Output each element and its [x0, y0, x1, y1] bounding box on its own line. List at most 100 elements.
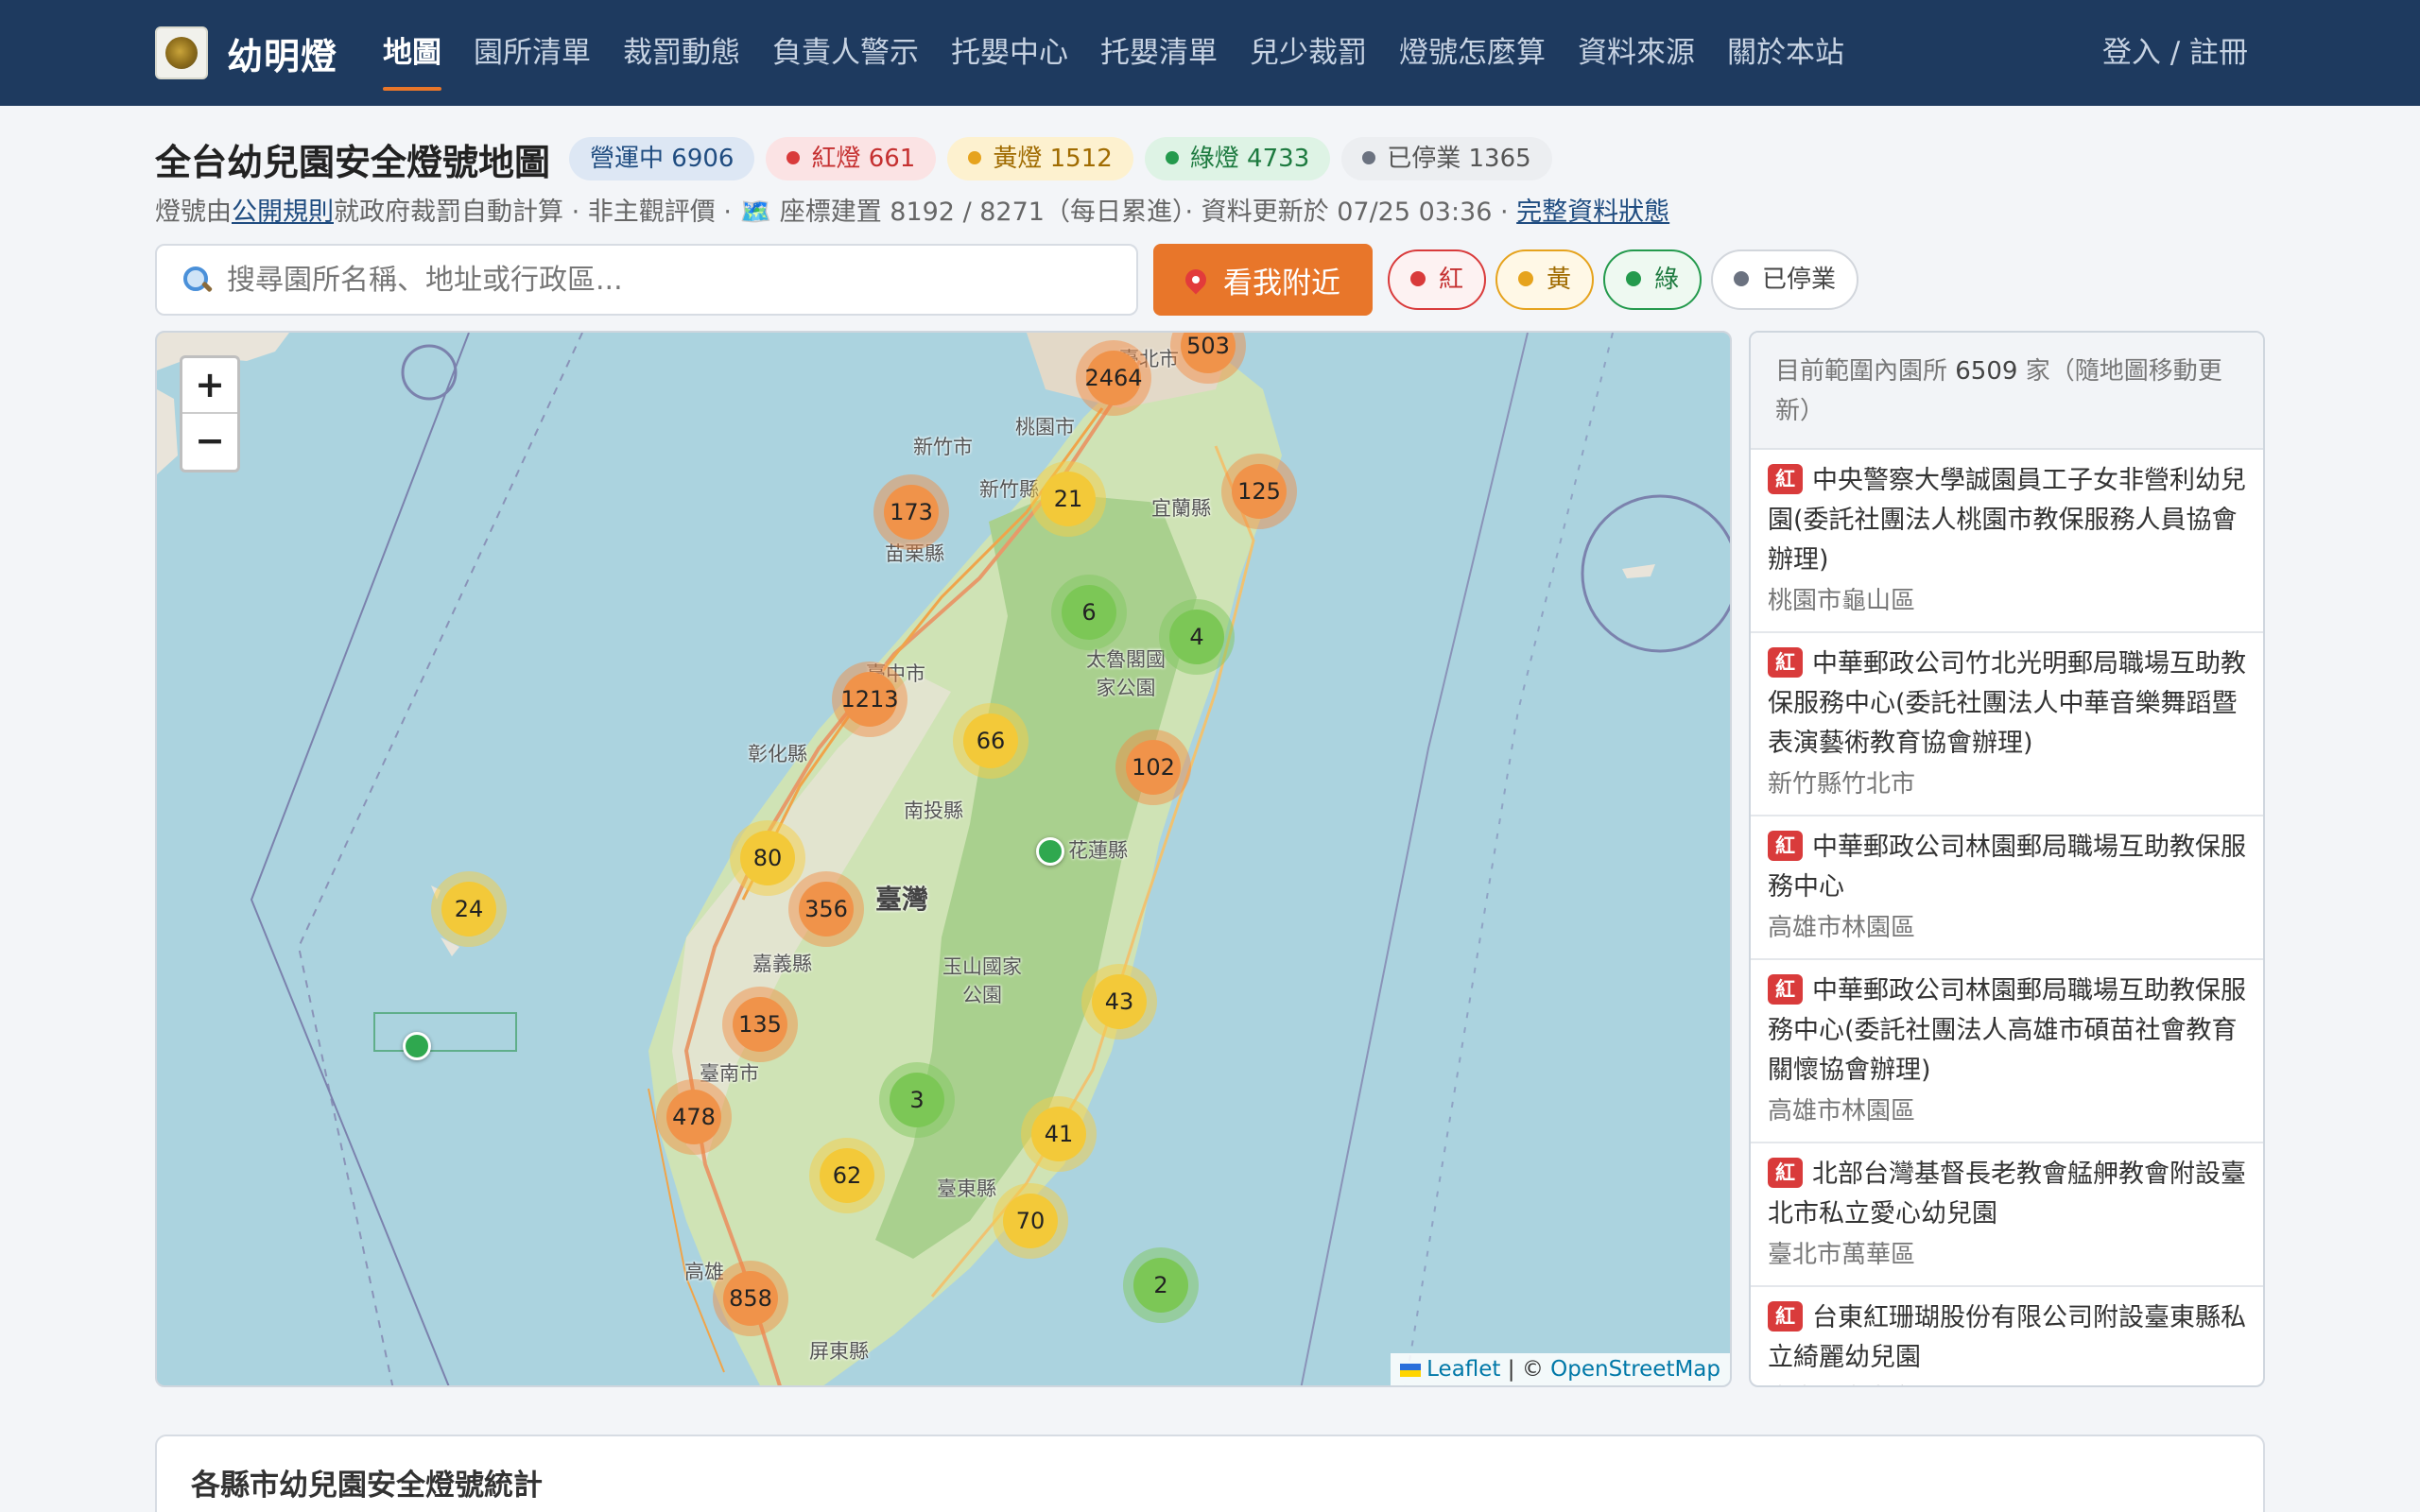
map-label: 宜蘭縣 — [1151, 497, 1211, 520]
nav-item-how-lights-work[interactable]: 燈號怎麼算 — [1383, 0, 1562, 106]
leaflet-link[interactable]: Leaflet — [1426, 1357, 1500, 1382]
red-light-tag: 紅 — [1768, 464, 1803, 494]
cluster-count: 102 — [1126, 740, 1181, 795]
search-input[interactable] — [227, 263, 1078, 297]
filter-red-label: 紅 — [1439, 266, 1464, 294]
map-cluster[interactable]: 43 — [1081, 964, 1157, 1040]
map-cluster[interactable]: 102 — [1115, 730, 1191, 805]
nav-item-owner-warnings[interactable]: 負責人警示 — [756, 0, 935, 106]
map[interactable]: + − 新竹市 苗栗縣 臺中市 彰化縣 南投縣 臺灣 嘉義縣 臺南市 高雄 屏東… — [155, 331, 1732, 1387]
cluster-count: 135 — [733, 997, 787, 1052]
near-me-button[interactable]: 看我附近 — [1153, 244, 1373, 316]
nav-item-about[interactable]: 關於本站 — [1711, 0, 1860, 106]
subline-mid: 就政府裁罰自動計算 · 非主觀評價 · 🗺️ 座標建置 8192 / 8271（… — [334, 198, 1517, 227]
list-item[interactable]: 紅中華郵政公司林園郵局職場互助教保服務中心(委託社團法人高雄市碩苗社會教育關懷協… — [1751, 960, 2263, 1143]
item-title: 紅中華郵政公司林園郵局職場互助教保服務中心 — [1768, 828, 2246, 907]
cluster-count: 2464 — [1084, 351, 1143, 405]
map-label: 新竹市 — [913, 436, 973, 458]
map-zoom-control: + − — [180, 355, 240, 472]
item-title: 紅台東紅珊瑚股份有限公司附設臺東縣私立綺麗幼兒園 — [1768, 1298, 2246, 1378]
map-cluster[interactable]: 858 — [713, 1261, 788, 1336]
item-name: 中華郵政公司林園郵局職場互助教保服務中心 — [1768, 833, 2246, 902]
red-light-tag: 紅 — [1768, 1301, 1803, 1332]
map-cluster[interactable]: 135 — [722, 987, 798, 1062]
map-cluster[interactable]: 6 — [1051, 575, 1127, 650]
zoom-in-button[interactable]: + — [182, 358, 237, 414]
map-cluster[interactable]: 24 — [431, 871, 507, 947]
map-tiles — [157, 333, 1730, 1385]
map-cluster[interactable]: 1213 — [832, 662, 908, 737]
nav-item-penalty-news[interactable]: 裁罰動態 — [607, 0, 756, 106]
map-cluster[interactable]: 66 — [953, 703, 1028, 779]
item-title: 紅中央警察大學誠園員工子女非營利幼兒園(委託社團法人桃園市教保服務人員協會辦理) — [1768, 461, 2246, 580]
map-cluster[interactable]: 21 — [1030, 461, 1106, 537]
list-item[interactable]: 紅中華郵政公司林園郵局職場互助教保服務中心 高雄市林園區 — [1751, 816, 2263, 960]
map-marker[interactable] — [1036, 837, 1064, 866]
map-cluster[interactable]: 478 — [656, 1079, 732, 1155]
nav-item-map[interactable]: 地圖 — [367, 0, 458, 106]
filter-yellow-label: 黃 — [1547, 266, 1572, 294]
item-area: 桃園市龜山區 — [1768, 587, 1916, 615]
nav-item-nursery-center[interactable]: 托嬰中心 — [935, 0, 1084, 106]
list-item[interactable]: 紅中央警察大學誠園員工子女非營利幼兒園(委託社團法人桃園市教保服務人員協會辦理)… — [1751, 450, 2263, 633]
cluster-count: 6 — [1062, 585, 1116, 640]
public-rules-link[interactable]: 公開規則 — [232, 198, 334, 227]
cluster-count: 478 — [666, 1090, 721, 1144]
cluster-count: 858 — [723, 1271, 778, 1326]
cluster-count: 70 — [1003, 1194, 1058, 1248]
list-item[interactable]: 紅中華郵政公司竹北光明郵局職場互助教保服務中心(委託社團法人中華音樂舞蹈暨表演藝… — [1751, 633, 2263, 816]
nav-item-child-penalties[interactable]: 兒少裁罰 — [1234, 0, 1383, 106]
map-cluster[interactable]: 356 — [788, 871, 864, 947]
map-cluster[interactable]: 62 — [809, 1138, 885, 1213]
item-area: 臺東縣臺東市 — [1768, 1380, 2246, 1385]
stats-title: 各縣市幼兒園安全燈號統計 — [191, 1469, 543, 1503]
map-cluster[interactable]: 173 — [873, 474, 949, 550]
item-name: 中央警察大學誠園員工子女非營利幼兒園(委託社團法人桃園市教保服務人員協會辦理) — [1768, 466, 2246, 575]
full-data-status-link[interactable]: 完整資料狀態 — [1516, 198, 1669, 227]
list-item[interactable]: 紅北部台灣基督長老教會艋舺教會附設臺北市私立愛心幼兒園 臺北市萬華區 — [1751, 1143, 2263, 1287]
badge-operating: 營運中 6906 — [569, 137, 755, 180]
map-label: 屏東縣 — [809, 1340, 869, 1363]
cluster-count: 80 — [740, 831, 795, 885]
item-title: 紅北部台灣基督長老教會艋舺教會附設臺北市私立愛心幼兒園 — [1768, 1155, 2246, 1234]
cluster-count: 24 — [441, 882, 496, 936]
map-cluster[interactable]: 125 — [1221, 454, 1297, 529]
cluster-count: 62 — [820, 1148, 874, 1203]
cluster-count: 125 — [1232, 464, 1287, 519]
map-cluster[interactable]: 3 — [879, 1062, 955, 1138]
login-register-link[interactable]: 登入 / 註冊 — [2102, 0, 2248, 106]
filter-yellow[interactable]: 黃 — [1495, 249, 1595, 310]
item-area: 臺北市萬華區 — [1768, 1241, 1916, 1269]
cluster-count: 173 — [884, 485, 939, 540]
cluster-count: 503 — [1181, 333, 1236, 373]
ukraine-flag-icon — [1400, 1363, 1422, 1377]
nav-item-kindergarten-list[interactable]: 園所清單 — [458, 0, 607, 106]
red-dot-icon — [786, 150, 801, 164]
list-item[interactable]: 紅台東紅珊瑚股份有限公司附設臺東縣私立綺麗幼兒園 臺東縣臺東市 — [1751, 1287, 2263, 1385]
badge-green-label: 綠燈 4733 — [1189, 145, 1310, 173]
filter-closed[interactable]: 已停業 — [1711, 249, 1859, 310]
top-navbar: 幼明燈 地圖 園所清單 裁罰動態 負責人警示 托嬰中心 托嬰清單 兒少裁罰 燈號… — [0, 0, 2420, 106]
filter-green[interactable]: 綠 — [1603, 249, 1703, 310]
subtitle-line: 燈號由公開規則就政府裁罰自動計算 · 非主觀評價 · 🗺️ 座標建置 8192 … — [155, 191, 1669, 228]
map-cluster[interactable]: 2464 — [1076, 340, 1151, 416]
red-light-tag: 紅 — [1768, 1158, 1803, 1188]
map-label: 桃園市 — [1015, 416, 1075, 438]
nav-item-nursery-list[interactable]: 托嬰清單 — [1084, 0, 1234, 106]
map-cluster[interactable]: 41 — [1021, 1096, 1097, 1172]
zoom-out-button[interactable]: − — [182, 414, 237, 470]
map-cluster[interactable]: 70 — [993, 1183, 1068, 1259]
filter-red[interactable]: 紅 — [1388, 249, 1487, 310]
brand[interactable]: 幼明燈 — [155, 25, 337, 81]
badge-red-label: 紅燈 661 — [811, 145, 916, 173]
map-marker[interactable] — [403, 1032, 431, 1060]
map-cluster[interactable]: 80 — [730, 820, 805, 896]
badge-green: 綠燈 4733 — [1144, 137, 1331, 180]
osm-link[interactable]: OpenStreetMap — [1550, 1357, 1720, 1382]
cluster-count: 356 — [799, 882, 854, 936]
red-light-tag: 紅 — [1768, 831, 1803, 861]
map-cluster[interactable]: 2 — [1123, 1247, 1199, 1323]
map-cluster[interactable]: 4 — [1159, 599, 1235, 675]
nav-item-data-sources[interactable]: 資料來源 — [1562, 0, 1711, 106]
cluster-count: 2 — [1133, 1258, 1188, 1313]
